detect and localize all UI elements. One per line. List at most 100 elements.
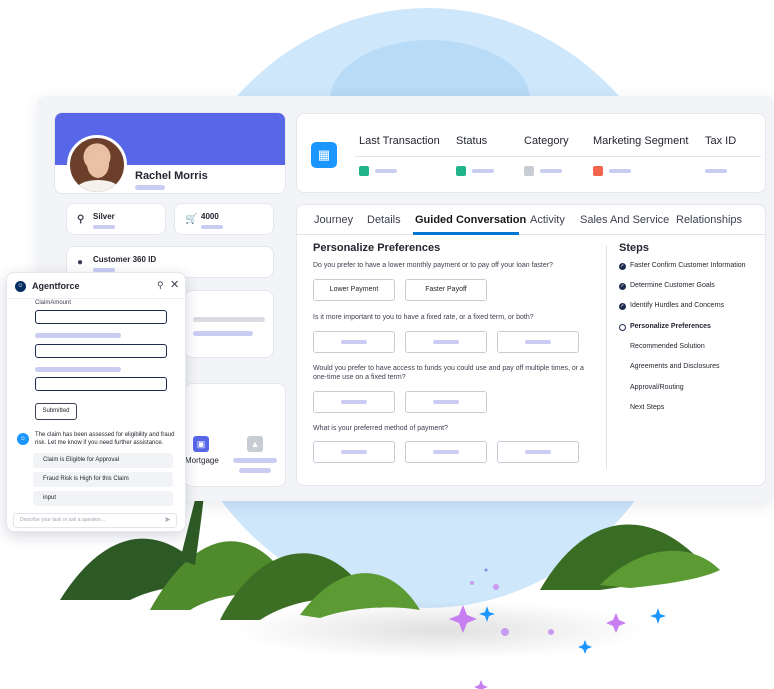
tab-relationships[interactable]: Relationships (676, 214, 742, 226)
col-category: Category (524, 135, 569, 147)
account-icon[interactable]: ▲ (247, 436, 263, 452)
tier-value-placeholder (93, 225, 115, 229)
field-label-placeholder (35, 367, 121, 372)
points-card: 🛒 4000 (174, 203, 274, 235)
tab-activity[interactable]: Activity (530, 214, 565, 226)
agentforce-title: Agentforce (32, 281, 80, 291)
step-label: Identify Hurdles and Concerns (630, 302, 725, 309)
option-placeholder (341, 450, 367, 454)
step-label: Next Steps (630, 404, 665, 411)
account-label-placeholder-2 (239, 468, 271, 473)
tier-label: Silver (93, 212, 115, 221)
option-q4-3[interactable] (497, 441, 579, 463)
value-placeholder (375, 169, 397, 173)
field-label-placeholder (35, 333, 121, 338)
account-summary-card: ▦ Last Transaction Status Category Marke… (296, 113, 766, 193)
suggestion-chip-3[interactable]: input (33, 491, 173, 506)
accounts-card: ▣ Mortgage ▲ (184, 383, 286, 487)
tab-guided-conversation[interactable]: Guided Conversation (415, 214, 526, 226)
question-4: What is your preferred method of payment… (313, 425, 449, 432)
step-label: Agreements and Disclosures (630, 363, 720, 370)
option-placeholder (341, 340, 367, 344)
steps-divider (606, 245, 607, 469)
current-step-icon (619, 324, 626, 331)
option-placeholder (433, 400, 459, 404)
claim-amount-field[interactable] (35, 310, 167, 324)
option-q3-2[interactable] (405, 391, 487, 413)
tab-details[interactable]: Details (367, 214, 401, 226)
option-q2-1[interactable] (313, 331, 395, 353)
points-value-placeholder (201, 225, 223, 229)
form-field-3[interactable] (35, 377, 167, 391)
mortgage-icon[interactable]: ▣ (193, 436, 209, 452)
avatar-face (87, 150, 109, 178)
option-lower-payment[interactable]: Lower Payment (313, 279, 395, 301)
suggestion-chip-1[interactable]: Claim is Eligible for Approval (33, 453, 173, 468)
question-1: Do you prefer to have a lower monthly pa… (313, 262, 553, 269)
profile-card: Rachel Morris (54, 112, 286, 194)
suggestion-chip-2[interactable]: Fraud Risk is High for this Claim (33, 472, 173, 487)
tier-card: ⚲ Silver (66, 203, 166, 235)
col-last-transaction: Last Transaction (359, 135, 440, 147)
step-label: Determine Customer Goals (630, 282, 715, 289)
segment-icon (593, 166, 603, 176)
details-card (184, 290, 274, 358)
value-placeholder (609, 169, 631, 173)
status-icon (456, 166, 466, 176)
pin-icon[interactable]: ⚲ (157, 280, 164, 291)
plant-right (540, 524, 720, 590)
agentforce-logo-icon: ☺ (15, 281, 26, 292)
section-title: Personalize Preferences (313, 242, 441, 254)
option-placeholder (433, 450, 459, 454)
value-placeholder (705, 169, 727, 173)
mortgage-label: Mortgage (185, 456, 219, 465)
option-placeholder (433, 340, 459, 344)
option-q4-1[interactable] (313, 441, 395, 463)
step-label: Personalize Preferences (630, 323, 711, 330)
option-q2-2[interactable] (405, 331, 487, 353)
steps-title: Steps (619, 242, 649, 254)
profile-name: Rachel Morris (135, 170, 208, 182)
last-transaction-value (359, 166, 409, 176)
person-icon: ● (77, 257, 84, 268)
value-placeholder (472, 169, 494, 173)
building-icon: ▦ (311, 142, 337, 168)
close-icon[interactable]: ✕ (170, 278, 179, 291)
question-2: Is it more important to you to have a fi… (313, 314, 534, 321)
option-faster-payoff[interactable]: Faster Payoff (405, 279, 487, 301)
step-label: Faster Confirm Customer Information (630, 262, 746, 269)
tab-sales-and-service[interactable]: Sales And Service (580, 214, 669, 226)
chat-input[interactable]: Describe your task or ask a question... (13, 513, 177, 528)
form-field-2[interactable] (35, 344, 167, 358)
question-3: Would you prefer to have access to funds… (313, 365, 584, 381)
ribbon-icon: ⚲ (77, 214, 85, 225)
tab-journey[interactable]: Journey (314, 214, 353, 226)
submitted-button[interactable]: Submitted (35, 403, 77, 420)
option-q2-3[interactable] (497, 331, 579, 353)
status-value (456, 166, 506, 176)
segment-value (593, 166, 643, 176)
agentforce-header: ☺ Agentforce ⚲ ✕ (7, 273, 185, 299)
option-placeholder (525, 450, 551, 454)
avatar-shirt (76, 180, 120, 192)
agent-bot-icon: ☺ (17, 433, 29, 445)
check-icon: ✓ (619, 283, 626, 290)
step-label: Approval/Routing (630, 384, 684, 391)
agentforce-panel: ☺ Agentforce ⚲ ✕ ClaimAmount Submitted ☺… (6, 272, 186, 532)
claim-amount-label: ClaimAmount (35, 300, 72, 306)
col-status: Status (456, 135, 488, 147)
cart-icon: 🛒 (185, 214, 198, 225)
check-icon: ✓ (619, 263, 626, 270)
details-placeholder-1 (193, 317, 265, 322)
value-placeholder (540, 169, 562, 173)
col-tax-id: Tax ID (705, 135, 737, 147)
guided-conversation-card: Journey Details Guided Conversation Acti… (296, 204, 766, 486)
agent-message: The claim has been assessed for eligibil… (35, 432, 175, 446)
points-label: 4000 (201, 212, 219, 221)
active-tab-indicator (413, 232, 519, 235)
option-q4-2[interactable] (405, 441, 487, 463)
avatar[interactable] (67, 135, 127, 193)
send-icon[interactable]: ➤ (164, 515, 171, 524)
option-q3-1[interactable] (313, 391, 395, 413)
tax-id-value (705, 166, 735, 176)
